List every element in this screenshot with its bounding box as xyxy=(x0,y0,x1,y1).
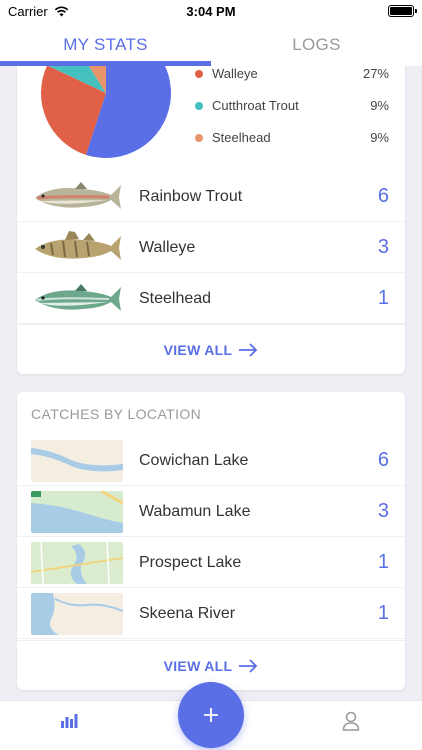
bar-chart-icon[interactable] xyxy=(60,713,78,734)
legend-name: Steelhead xyxy=(212,130,271,145)
species-row-steelhead[interactable]: Steelhead 1 xyxy=(17,274,405,324)
location-row-skeena-river[interactable]: Skeena River 1 xyxy=(17,589,405,639)
species-view-all-button[interactable]: VIEW ALL xyxy=(17,324,405,374)
legend-name: Walleye xyxy=(212,66,258,81)
status-bar: Carrier 3:04 PM xyxy=(0,0,422,22)
status-time: 3:04 PM xyxy=(186,3,236,19)
legend-name: Cutthroat Trout xyxy=(212,98,299,113)
location-name: Prospect Lake xyxy=(139,553,242,571)
legend-dot-icon xyxy=(195,101,203,110)
species-row-walleye[interactable]: Walleye 3 xyxy=(17,223,405,273)
location-count: 1 xyxy=(377,602,389,624)
species-card: Walleye 27% Cutthroat Trout 9% Steelhead… xyxy=(17,40,405,374)
plus-icon xyxy=(204,708,218,722)
location-row-prospect-lake[interactable]: Prospect Lake 1 xyxy=(17,538,405,588)
person-icon[interactable] xyxy=(342,711,360,736)
map-thumbnail xyxy=(31,592,123,635)
arrow-right-icon xyxy=(239,342,258,357)
view-all-label: VIEW ALL xyxy=(163,341,233,358)
legend-pct: 9% xyxy=(370,130,389,145)
legend-pct: 9% xyxy=(370,98,389,113)
location-row-cowichan-lake[interactable]: Cowichan Lake 6 xyxy=(17,436,405,486)
location-name: Wabamun Lake xyxy=(139,502,251,520)
map-thumbnail xyxy=(31,490,123,533)
location-count: 3 xyxy=(377,500,389,522)
map-thumbnail xyxy=(31,439,123,482)
legend-dot-icon xyxy=(195,69,203,78)
species-name: Rainbow Trout xyxy=(139,187,243,205)
species-name: Walleye xyxy=(139,238,196,256)
location-name: Cowichan Lake xyxy=(139,451,249,469)
location-count: 1 xyxy=(377,551,389,573)
species-name: Steelhead xyxy=(139,289,212,307)
species-count: 1 xyxy=(377,287,389,309)
legend-item: Steelhead 9% xyxy=(195,130,389,145)
view-all-label: VIEW ALL xyxy=(163,657,233,674)
legend-pct: 27% xyxy=(362,66,389,81)
species-count: 6 xyxy=(377,185,389,207)
tab-active-indicator xyxy=(0,61,211,66)
location-count: 6 xyxy=(377,449,389,471)
map-thumbnail xyxy=(31,541,123,584)
add-catch-button[interactable] xyxy=(178,682,244,748)
location-row-wabamun-lake[interactable]: Wabamun Lake 3 xyxy=(17,487,405,537)
legend-item: Walleye 27% xyxy=(195,66,389,81)
walleye-fish-image xyxy=(31,227,123,269)
species-row-rainbow-trout[interactable]: Rainbow Trout 6 xyxy=(17,172,405,222)
arrow-right-icon xyxy=(239,658,258,673)
battery-icon xyxy=(388,5,417,17)
top-tabs: MY STATS LOGS xyxy=(0,22,422,66)
section-title: CATCHES BY LOCATION xyxy=(31,406,202,422)
legend-item: Cutthroat Trout 9% xyxy=(195,98,389,113)
tab-my-stats[interactable]: MY STATS xyxy=(0,22,211,66)
species-count: 3 xyxy=(377,236,389,258)
rainbow-trout-fish-image xyxy=(31,176,123,218)
location-name: Skeena River xyxy=(139,604,236,622)
steelhead-fish-image xyxy=(31,278,123,320)
legend-dot-icon xyxy=(195,133,203,142)
tab-logs[interactable]: LOGS xyxy=(211,22,422,66)
location-card: CATCHES BY LOCATION Cowichan Lake 6 Waba… xyxy=(17,392,405,690)
